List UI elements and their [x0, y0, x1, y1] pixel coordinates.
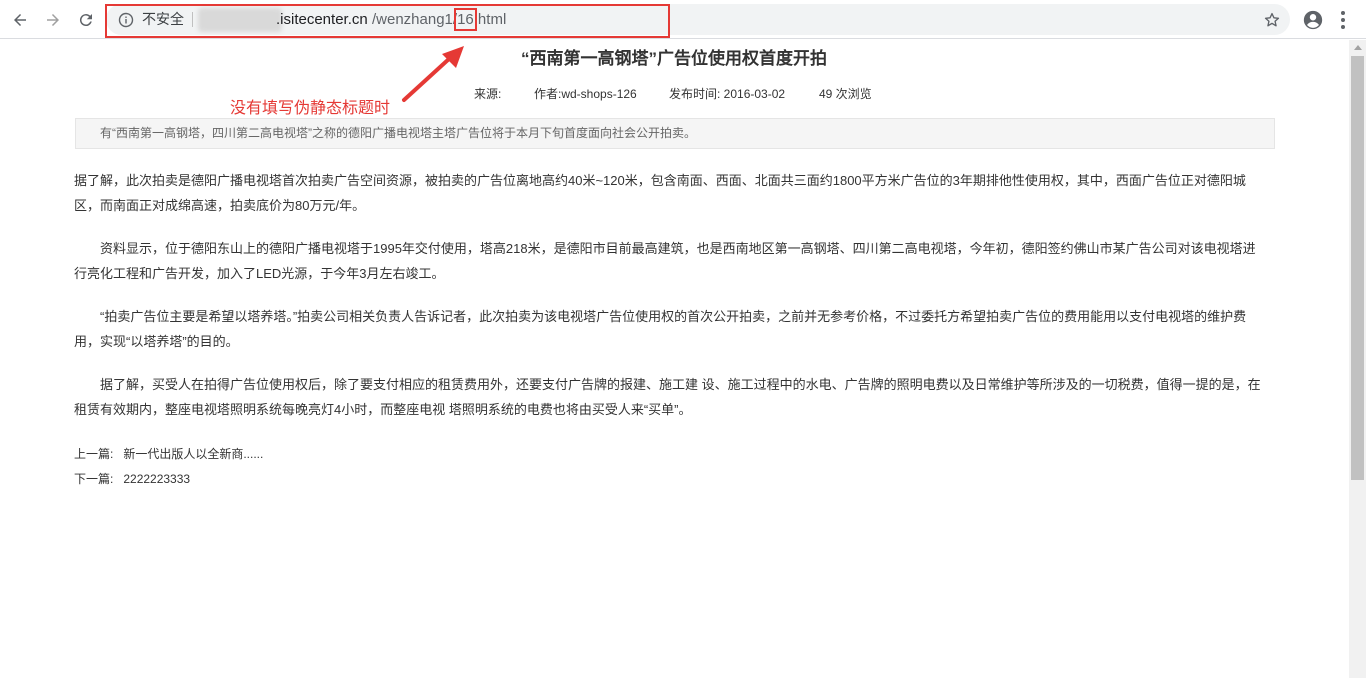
arrow-left-icon — [14, 14, 26, 26]
reload-button[interactable] — [74, 8, 98, 32]
next-label: 下一篇: — [74, 472, 114, 486]
article-paragraph: “拍卖广告位主要是希望以塔养塔。”拍卖公司相关负责人告诉记者，此次拍卖为该电视塔… — [74, 309, 1247, 349]
article-paragraph: 据了解，买受人在拍得广告位使用权后，除了要支付相应的租赁费用外，还要支付广告牌的… — [74, 377, 1261, 417]
next-article: 下一篇: 2222223333 — [74, 470, 190, 487]
annotation-arrow-icon — [402, 46, 464, 102]
article-summary: 有“西南第一高钢塔，四川第二高电视塔”之称的德阳广播电视塔主塔广告位将于本月下旬… — [75, 118, 1275, 149]
annotation-text: 没有填写伪静态标题时 — [230, 100, 391, 117]
arrow-right-icon — [47, 14, 59, 26]
article-paragraph: 据了解，此次拍卖是德阳广播电视塔首次拍卖广告空间资源，被拍卖的广告位离地高约40… — [74, 173, 1246, 213]
article-paragraph: 资料显示，位于德阳东山上的德阳广播电视塔于1995年交付使用，塔高218米，是德… — [74, 241, 1256, 281]
article-title: “西南第一高钢塔”广告位使用权首度开拍 — [521, 49, 827, 68]
account-icon[interactable] — [1302, 9, 1324, 31]
meta-views: 49 次浏览 — [819, 87, 872, 101]
back-button[interactable] — [8, 8, 32, 32]
url-highlight-box — [105, 4, 670, 38]
forward-button[interactable] — [41, 8, 65, 32]
more-menu-icon[interactable] — [1334, 9, 1352, 31]
scrollbar-thumb[interactable] — [1351, 56, 1364, 480]
next-article-link[interactable]: 2222223333 — [123, 472, 190, 486]
reload-icon — [79, 14, 92, 27]
scrollbar[interactable] — [1349, 40, 1366, 678]
meta-author: 作者:wd-shops-126 — [534, 87, 637, 101]
prev-label: 上一篇: — [74, 447, 114, 461]
bookmark-star-icon[interactable] — [1263, 11, 1281, 29]
browser-toolbar: 不安全 .isitecenter.cn /wenzhang1/16.html — [0, 0, 1366, 39]
meta-source: 来源: — [474, 87, 502, 101]
prev-article: 上一篇: 新一代出版人以全新商...... — [74, 445, 263, 462]
meta-date: 发布时间: 2016-03-02 — [669, 87, 786, 101]
prev-article-link[interactable]: 新一代出版人以全新商...... — [123, 447, 263, 461]
scroll-up-icon[interactable] — [1354, 45, 1362, 50]
